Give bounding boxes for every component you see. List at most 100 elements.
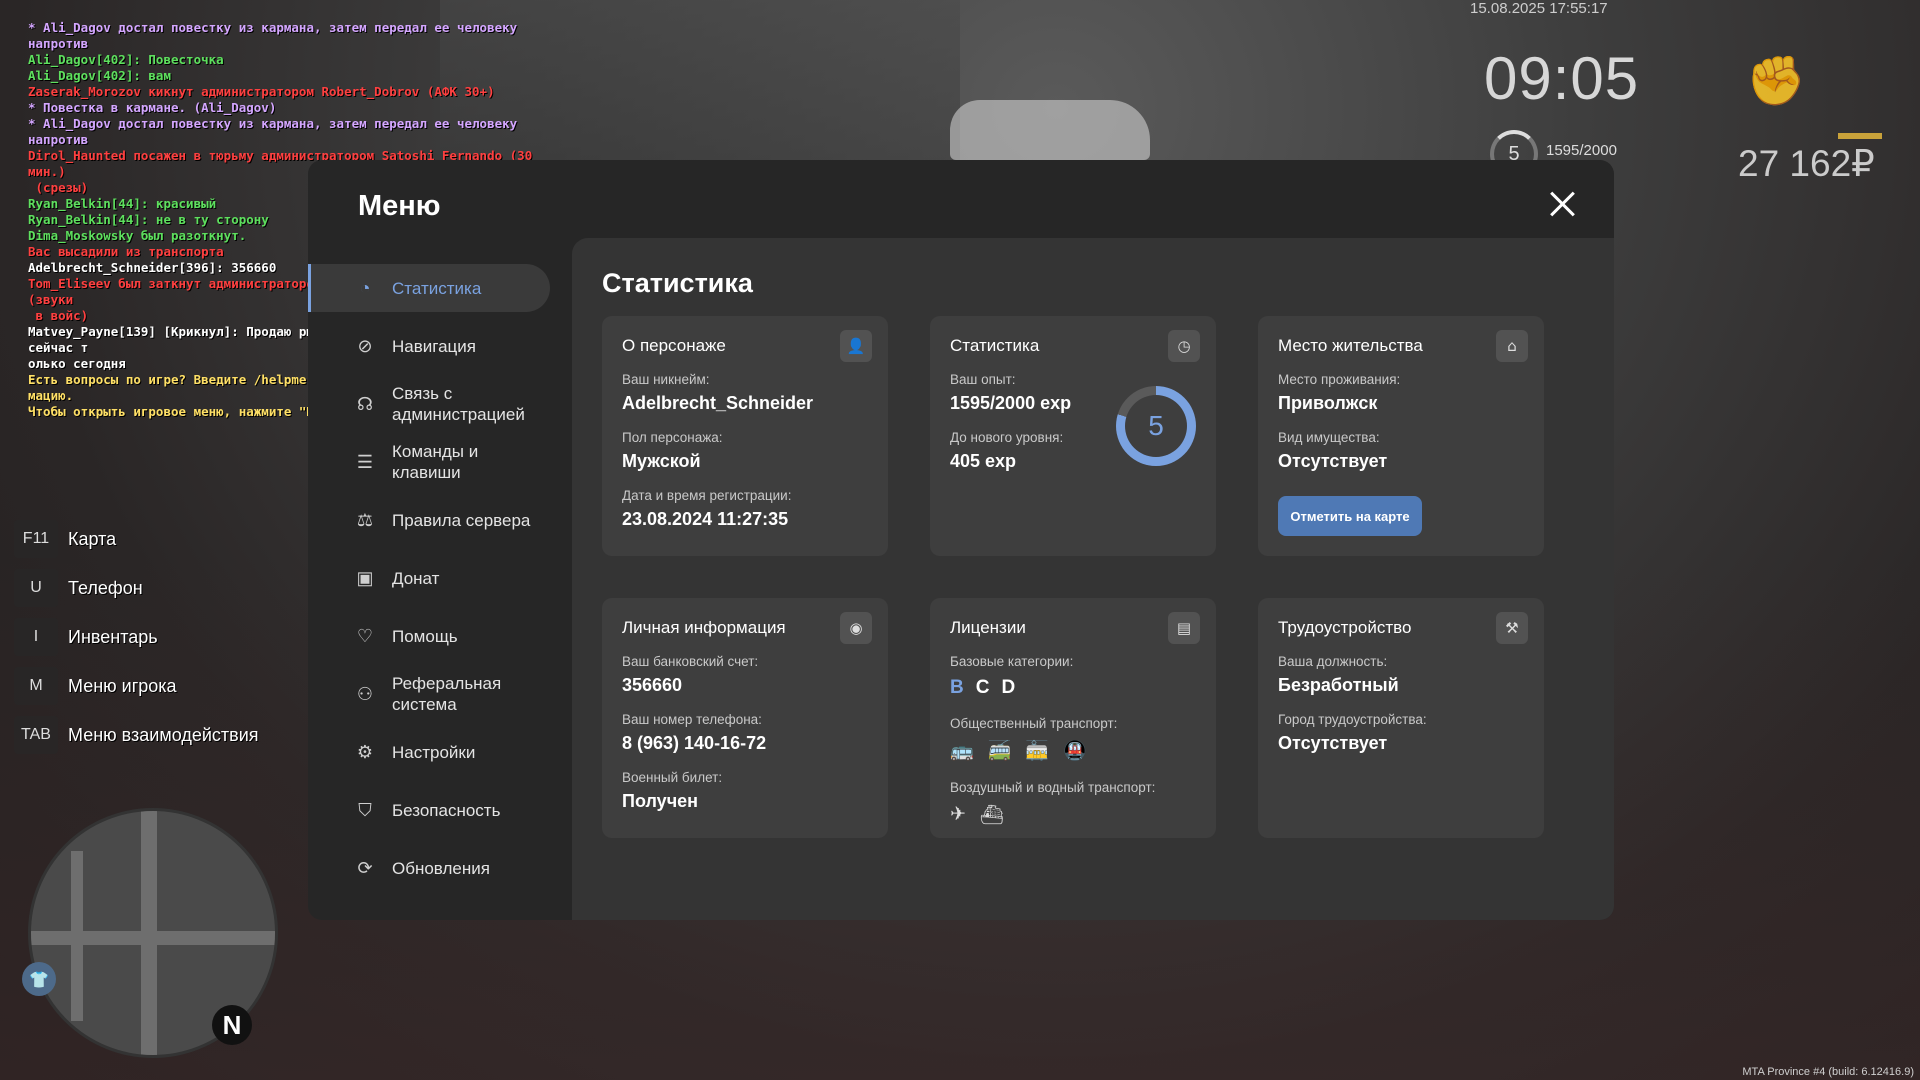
mark-on-map-button[interactable]: Отметить на карте	[1278, 496, 1422, 536]
phone-value: 8 (963) 140-16-72	[622, 733, 767, 753]
military-value: Получен	[622, 791, 699, 811]
employment-city-label: Город трудоустройства:	[1278, 712, 1427, 727]
sidebar-item-heart-hand[interactable]: ♡ Помощь	[308, 612, 568, 660]
bank-label: Ваш банковский счет:	[622, 654, 759, 669]
build-info: MTA Province #4 (build: 6.12416.9)	[1742, 1066, 1914, 1078]
license-category-d: D	[1001, 677, 1016, 698]
sidebar-item-label: Помощь	[392, 626, 458, 646]
level-number: 5	[1125, 395, 1187, 457]
sidebar-item-refresh-check[interactable]: ⟳ Обновления	[308, 844, 568, 892]
hotkey-interaction-menu[interactable]: TAB Меню взаимодействия	[14, 716, 259, 754]
sidebar-item-pie-chart[interactable]: ◔ Статистика	[308, 264, 550, 312]
card-title: Статистика	[950, 336, 1040, 355]
registration-value: 23.08.2024 11:27:35	[622, 509, 789, 529]
shield-icon: ⛉	[358, 799, 372, 820]
card-employment: Трудоустройство ⚒ Ваша должность: Безраб…	[1258, 598, 1544, 838]
house-icon: ⌂	[1496, 330, 1528, 362]
license-categories: B C D	[950, 677, 1073, 699]
minimap-road	[31, 931, 275, 945]
fist-icon: ✊	[1746, 53, 1806, 109]
hotkey-player-menu[interactable]: M Меню игрока	[14, 667, 259, 705]
air-water-icons: ✈ ⛴	[950, 803, 1155, 826]
sidebar-item-label: Навигация	[392, 336, 476, 356]
user-icon: 👤	[840, 330, 872, 362]
chat-line: Ali_Dagov[402]: вам	[28, 68, 171, 83]
hotkey-key: TAB	[14, 716, 58, 754]
sidebar-item-compass[interactable]: ⊘ Навигация	[308, 322, 568, 370]
hud-datetime: 15.08.2025 17:55:17	[1470, 0, 1608, 17]
sidebar-item-label: Реферальная система	[392, 674, 502, 714]
property-label: Вид имущества:	[1278, 430, 1380, 445]
people-icon: ⚇	[356, 683, 374, 704]
sidebar-item-label: Донат	[392, 568, 440, 588]
metro-icon: 🚇	[1063, 740, 1087, 762]
license-category-c: C	[975, 677, 990, 698]
list-icon: ☰	[356, 451, 374, 472]
background-car	[950, 100, 1150, 160]
hotkey-key: I	[14, 618, 58, 656]
card-title: Лицензии	[950, 618, 1026, 637]
hotkey-label: Меню взаимодействия	[68, 724, 259, 745]
card-residence: Место жительства ⌂ Место проживания: При…	[1258, 316, 1544, 556]
shirt-icon: 👕	[22, 962, 56, 996]
place-label: Место проживания:	[1278, 372, 1401, 387]
tram-icon: 🚋	[1025, 740, 1050, 762]
north-indicator: N	[212, 1005, 252, 1045]
public-transport-label: Общественный транспорт:	[950, 716, 1118, 731]
chat-line: Ali_Dagov[402]: Повесточка	[28, 52, 224, 67]
hotkey-map[interactable]: F11 Карта	[14, 520, 259, 558]
hotkey-label: Телефон	[68, 577, 143, 598]
sidebar-item-label: Команды и клавиши	[392, 442, 479, 482]
minimap-road	[71, 851, 83, 1021]
hud-money-bar	[1838, 133, 1882, 139]
sidebar-item-label: Правила сервера	[392, 510, 531, 530]
gear-icon: ⚙	[356, 741, 374, 762]
hotkey-phone[interactable]: U Телефон	[14, 569, 259, 607]
position-value: Безработный	[1278, 675, 1399, 695]
place-value: Приволжск	[1278, 393, 1378, 413]
next-level-label: До нового уровня:	[950, 430, 1064, 445]
employment-city-value: Отсутствует	[1278, 733, 1388, 753]
id-card-icon: ▤	[1168, 612, 1200, 644]
license-category-b: B	[950, 677, 964, 698]
menu-sidebar: ◔ Статистика ⊘ Навигация ☊ Связь с администра…	[308, 264, 568, 902]
card-title: О персонаже	[622, 336, 726, 355]
sidebar-item-people[interactable]: ⚇ Реферальная система	[308, 670, 568, 718]
hotkey-label: Инвентарь	[68, 626, 158, 647]
sidebar-item-label: Обновления	[392, 858, 490, 878]
sidebar-item-label: Безопасность	[392, 800, 501, 820]
plane-icon: ✈	[950, 803, 966, 825]
hud-xp: 1595/2000	[1546, 142, 1617, 159]
hud-clock: 09:05	[1484, 45, 1640, 112]
public-transport-icons: 🚌 🚎 🚋 🚇	[950, 739, 1117, 762]
main-menu: Меню ◔ Статистика ⊘ Навигация ☊ Связь с админ…	[308, 160, 1614, 920]
chat-line: * Ali_Dagov достал повестку из кармана, …	[28, 20, 525, 51]
wallet-icon: ▣	[356, 567, 374, 588]
nickname-value: Adelbrecht_Schneider	[622, 393, 814, 413]
sidebar-item-gear[interactable]: ⚙ Настройки	[308, 728, 568, 776]
card-title: Личная информация	[622, 618, 786, 637]
close-icon[interactable]	[1544, 186, 1580, 222]
position-label: Ваша должность:	[1278, 654, 1388, 669]
menu-title: Меню	[358, 190, 441, 222]
clock-icon: ◷	[1168, 330, 1200, 362]
base-categories-label: Базовые категории:	[950, 654, 1074, 669]
xp-label: Ваш опыт:	[950, 372, 1016, 387]
stats-content: Статистика О персонаже 👤 Ваш никнейм: Ad…	[572, 238, 1614, 920]
sidebar-item-list[interactable]: ☰ Команды и клавиши	[308, 438, 568, 486]
hotkey-inventory[interactable]: I Инвентарь	[14, 618, 259, 656]
hotkey-key: U	[14, 569, 58, 607]
level-progress-ring: 5	[1116, 386, 1196, 466]
nickname-label: Ваш никнейм:	[622, 372, 710, 387]
card-character: О персонаже 👤 Ваш никнейм: Adelbrecht_Sc…	[602, 316, 888, 556]
headset-icon: ☊	[357, 393, 373, 414]
refresh-check-icon: ⟳	[357, 857, 373, 878]
sidebar-item-shield[interactable]: ⛉ Безопасность	[308, 786, 568, 834]
card-title: Трудоустройство	[1278, 618, 1412, 637]
sidebar-item-headset[interactable]: ☊ Связь с администрацией	[308, 380, 568, 428]
trolleybus-icon: 🚎	[987, 740, 1012, 762]
sidebar-item-label: Настройки	[392, 742, 476, 762]
sidebar-item-wallet[interactable]: ▣ Донат	[308, 554, 568, 602]
sidebar-item-scales[interactable]: ⚖ Правила сервера	[308, 496, 568, 544]
phone-label: Ваш номер телефона:	[622, 712, 762, 727]
